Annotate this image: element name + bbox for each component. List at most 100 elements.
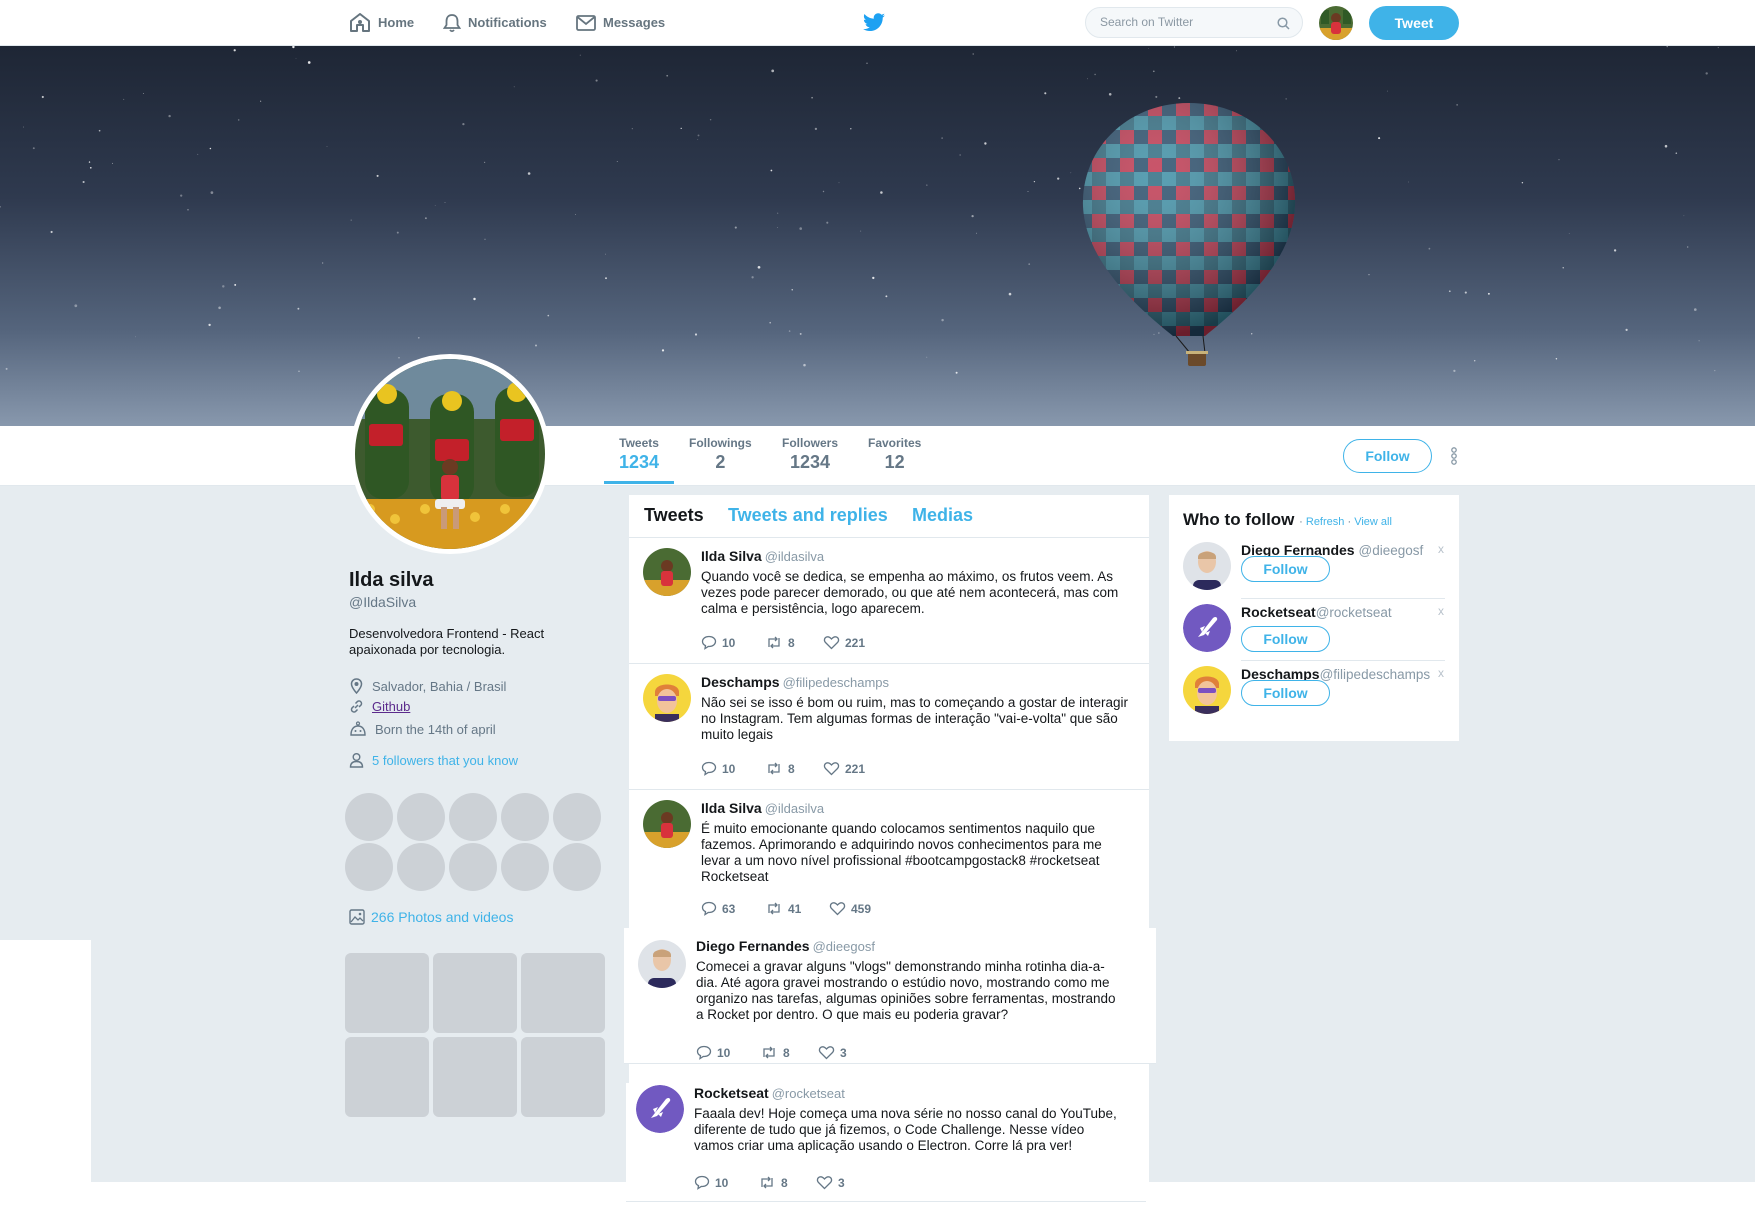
follower-avatar-placeholder[interactable] bbox=[553, 843, 601, 891]
profile-github-link[interactable]: Github bbox=[372, 699, 410, 714]
reply-action[interactable]: 63 bbox=[701, 901, 765, 916]
tweet-author-avatar[interactable] bbox=[636, 1085, 684, 1133]
media-thumbnail[interactable] bbox=[521, 1037, 605, 1117]
tweet-button[interactable]: Tweet bbox=[1369, 6, 1459, 40]
dismiss-suggestion-button[interactable]: x bbox=[1438, 542, 1444, 556]
tweet-author-avatar[interactable] bbox=[643, 800, 691, 848]
suggestion-avatar[interactable] bbox=[1183, 604, 1231, 652]
reply-action[interactable]: 10 bbox=[701, 635, 765, 650]
tweet-author-name[interactable]: Ilda Silva bbox=[701, 800, 762, 816]
retweet-icon bbox=[768, 902, 780, 915]
stat-favorites[interactable]: Favorites 12 bbox=[868, 436, 921, 473]
tweet-author-name[interactable]: Deschamps bbox=[701, 674, 780, 690]
suggestion-follow-button[interactable]: Follow bbox=[1241, 680, 1330, 706]
search-icon[interactable] bbox=[1277, 17, 1290, 30]
suggestion-avatar[interactable] bbox=[1183, 666, 1231, 714]
retweet-icon bbox=[768, 636, 780, 649]
tweet-author-avatar[interactable] bbox=[643, 548, 691, 596]
more-options-icon[interactable] bbox=[1450, 446, 1458, 466]
retweet-action[interactable]: 8 bbox=[765, 635, 823, 650]
tweet-text: É muito emocionante quando colocamos sen… bbox=[701, 821, 1102, 884]
tweet-author-handle[interactable]: @filipedeschamps bbox=[783, 675, 889, 690]
followers-you-know[interactable]: 5 followers that you know bbox=[349, 752, 518, 768]
who-to-follow-header: Who to follow · Refresh · View all bbox=[1183, 510, 1392, 530]
tweet-item[interactable]: Diego Fernandes @dieegosf Comecei a grava… bbox=[624, 928, 1156, 1064]
retweet-count: 8 bbox=[788, 635, 795, 650]
suggestion-handle[interactable]: @rocketseat bbox=[1316, 605, 1392, 620]
stat-followers[interactable]: Followers 1234 bbox=[782, 436, 838, 473]
suggestion-avatar[interactable] bbox=[1183, 542, 1231, 590]
follower-avatar-placeholder[interactable] bbox=[397, 793, 445, 841]
tweet-author-avatar[interactable] bbox=[638, 940, 686, 988]
search-box[interactable] bbox=[1085, 7, 1303, 38]
suggestion-name[interactable]: Rocketseat bbox=[1241, 604, 1316, 620]
tweet-author-handle[interactable]: @ildasilva bbox=[765, 549, 824, 564]
tweet-item[interactable]: Deschamps @filipedeschamps Não sei se iss… bbox=[629, 664, 1149, 790]
media-thumbnail[interactable] bbox=[521, 953, 605, 1033]
media-thumbnail[interactable] bbox=[345, 953, 429, 1033]
profile-follow-button[interactable]: Follow bbox=[1343, 439, 1432, 473]
tab-medias[interactable]: Medias bbox=[912, 505, 973, 526]
profile-location-text: Salvador, Bahia / Brasil bbox=[372, 678, 507, 694]
twitter-bird-icon[interactable] bbox=[862, 13, 886, 33]
suggestion-follow-button[interactable]: Follow bbox=[1241, 626, 1330, 652]
dismiss-suggestion-button[interactable]: x bbox=[1438, 604, 1444, 618]
retweet-action[interactable]: 8 bbox=[765, 761, 823, 776]
follower-avatar-placeholder[interactable] bbox=[501, 793, 549, 841]
profile-avatar[interactable] bbox=[350, 354, 550, 554]
nav-home[interactable]: Home bbox=[349, 0, 414, 45]
profile-location: Salvador, Bahia / Brasil bbox=[349, 678, 506, 694]
refresh-link[interactable]: Refresh bbox=[1306, 516, 1345, 528]
tweet-item[interactable]: Ilda Silva @ildasilva É muito emocionante… bbox=[629, 790, 1149, 929]
view-all-link[interactable]: View all bbox=[1354, 516, 1392, 528]
reply-action[interactable]: 10 bbox=[701, 761, 765, 776]
like-count: 3 bbox=[838, 1175, 845, 1190]
stat-followings[interactable]: Followings 2 bbox=[689, 436, 752, 473]
media-thumbnail[interactable] bbox=[345, 1037, 429, 1117]
reply-action[interactable]: 10 bbox=[694, 1175, 758, 1190]
nav-user-avatar[interactable] bbox=[1319, 6, 1353, 40]
stat-tweets[interactable]: Tweets 1234 bbox=[619, 436, 659, 473]
media-thumbnail[interactable] bbox=[433, 1037, 517, 1117]
suggestion-follow-button[interactable]: Follow bbox=[1241, 556, 1330, 582]
nav-messages[interactable]: Messages bbox=[576, 0, 665, 45]
tweet-author-name[interactable]: Diego Fernandes bbox=[696, 938, 810, 954]
profile-stats-bar: Tweets 1234 Followings 2 Followers 1234 … bbox=[0, 426, 1755, 486]
separator: · bbox=[1347, 516, 1352, 528]
tweet-author-avatar[interactable] bbox=[643, 674, 691, 722]
photos-videos-link[interactable]: 266 Photos and videos bbox=[349, 909, 513, 925]
retweet-action[interactable]: 8 bbox=[760, 1045, 818, 1060]
follower-avatar-placeholder[interactable] bbox=[345, 843, 393, 891]
dismiss-suggestion-button[interactable]: x bbox=[1438, 666, 1444, 680]
follower-avatar-placeholder[interactable] bbox=[345, 793, 393, 841]
suggestion-handle[interactable]: @dieegosf bbox=[1358, 543, 1423, 558]
suggestion-handle[interactable]: @filipedeschamps bbox=[1320, 667, 1431, 682]
like-action[interactable]: 459 bbox=[829, 901, 871, 916]
follower-avatar-placeholder[interactable] bbox=[553, 793, 601, 841]
tweet-author-handle[interactable]: @dieegosf bbox=[813, 939, 875, 954]
media-thumbnail[interactable] bbox=[433, 953, 517, 1033]
nav-notifications[interactable]: Notifications bbox=[443, 0, 547, 45]
tweet-author-name[interactable]: Ilda Silva bbox=[701, 548, 762, 564]
tweet-item[interactable]: Rocketseat @rocketseat Faaala dev! Hoje c… bbox=[626, 1083, 1146, 1202]
retweet-action[interactable]: 8 bbox=[758, 1175, 816, 1190]
tweet-item[interactable]: Ilda Silva @ildasilva Quando você se dedi… bbox=[629, 538, 1149, 664]
retweet-action[interactable]: 41 bbox=[765, 901, 829, 916]
like-action[interactable]: 3 bbox=[816, 1175, 845, 1190]
like-action[interactable]: 221 bbox=[823, 635, 865, 650]
tweet-header: Ilda Silva @ildasilva bbox=[701, 800, 824, 816]
tweet-author-name[interactable]: Rocketseat bbox=[694, 1085, 769, 1101]
tab-tweets[interactable]: Tweets bbox=[644, 505, 704, 526]
like-action[interactable]: 3 bbox=[818, 1045, 847, 1060]
tweet-author-handle[interactable]: @rocketseat bbox=[772, 1086, 845, 1101]
follower-avatar-placeholder[interactable] bbox=[501, 843, 549, 891]
reply-action[interactable]: 10 bbox=[696, 1045, 760, 1060]
follower-avatar-placeholder[interactable] bbox=[397, 843, 445, 891]
like-action[interactable]: 221 bbox=[823, 761, 865, 776]
search-input[interactable] bbox=[1098, 14, 1272, 30]
tweet-author-handle[interactable]: @ildasilva bbox=[765, 801, 824, 816]
follower-avatar-placeholder[interactable] bbox=[449, 793, 497, 841]
follower-avatar-placeholder[interactable] bbox=[449, 843, 497, 891]
reply-count: 10 bbox=[717, 1045, 731, 1060]
tab-tweets-and-replies[interactable]: Tweets and replies bbox=[728, 505, 888, 526]
